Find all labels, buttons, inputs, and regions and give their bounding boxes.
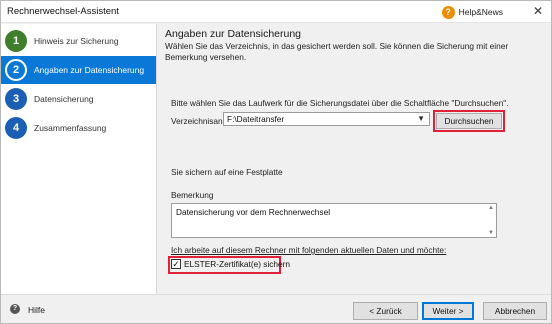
step-label: Angaben zur Datensicherung — [34, 65, 145, 75]
step-angaben[interactable]: 2 Angaben zur Datensicherung — [1, 56, 156, 84]
main-content: Angaben zur Datensicherung Wählen Sie da… — [165, 24, 545, 294]
elster-checkbox[interactable]: ✓ — [171, 259, 181, 269]
chevron-down-icon[interactable]: ▼ — [417, 113, 425, 125]
step-label: Datensicherung — [34, 94, 94, 104]
remark-label: Bemerkung — [171, 190, 214, 200]
help-link[interactable]: Hilfe — [28, 305, 45, 315]
page-title: Angaben zur Datensicherung — [165, 28, 302, 40]
page-description: Wählen Sie das Verzeichnis, in das gesic… — [165, 41, 509, 62]
remark-scrollbar[interactable]: ▲ ▼ — [487, 204, 496, 237]
step-label: Zusammenfassung — [34, 123, 107, 133]
next-button[interactable]: Weiter > — [422, 302, 474, 320]
step-sidebar: 1 Hinweis zur Sicherung 2 Angaben zur Da… — [1, 24, 157, 294]
browse-hint: Bitte wählen Sie das Laufwerk für die Si… — [171, 98, 509, 108]
scroll-down-icon[interactable]: ▼ — [488, 230, 494, 236]
directory-select[interactable]: F:\Dateitransfer ▼ — [223, 112, 430, 126]
help-news-label: Help&News — [458, 7, 503, 17]
cancel-button[interactable]: Abbrechen — [483, 302, 547, 320]
back-button[interactable]: < Zurück — [353, 302, 418, 320]
elster-checkbox-label[interactable]: ELSTER-Zertifikat(e) sichern — [184, 259, 290, 269]
working-data-note: Ich arbeite auf diesem Rechner mit folge… — [171, 245, 447, 255]
step-zusammenfassung[interactable]: 4 Zusammenfassung — [1, 114, 156, 142]
directory-value: F:\Dateitransfer — [227, 114, 285, 124]
step-datensicherung[interactable]: 3 Datensicherung — [1, 85, 156, 113]
scroll-up-icon[interactable]: ▲ — [488, 205, 494, 211]
step-number-badge: 4 — [5, 117, 27, 139]
close-icon[interactable]: ✕ — [533, 4, 543, 18]
browse-button[interactable]: Durchsuchen — [436, 113, 502, 129]
help-icon[interactable]: ? — [10, 304, 20, 314]
help-news-button[interactable]: ? Help&News — [441, 4, 503, 20]
step-number-badge: 1 — [5, 30, 27, 52]
wizard-window: Rechnerwechsel-Assistent ? Help&News ✕ 1… — [0, 0, 552, 324]
title-bar: Rechnerwechsel-Assistent ? Help&News ✕ — [1, 1, 551, 23]
step-number-badge: 3 — [5, 88, 27, 110]
remark-textarea[interactable]: Datensicherung vor dem Rechnerwechsel ▲ … — [171, 203, 497, 238]
window-title: Rechnerwechsel-Assistent — [7, 6, 119, 17]
question-icon: ? — [441, 5, 455, 19]
disk-info: Sie sichern auf eine Festplatte — [171, 167, 283, 177]
step-hinweis[interactable]: 1 Hinweis zur Sicherung — [1, 27, 156, 55]
footer-bar: ? Hilfe < Zurück Weiter > Abbrechen — [1, 294, 551, 323]
step-label: Hinweis zur Sicherung — [34, 36, 119, 46]
step-number-badge: 2 — [5, 59, 27, 81]
remark-value: Datensicherung vor dem Rechnerwechsel — [176, 207, 331, 217]
